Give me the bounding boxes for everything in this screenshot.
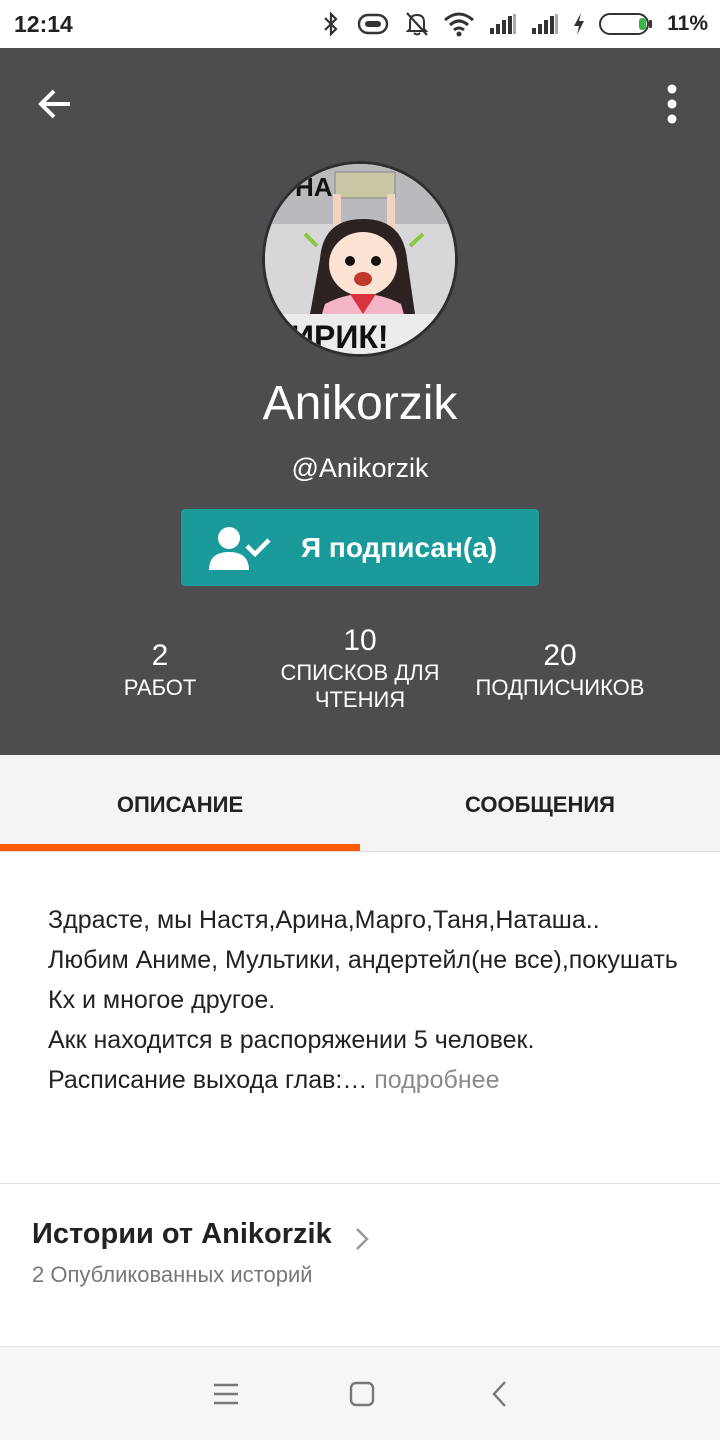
status-icons: 11% [321, 10, 708, 38]
stat-followers[interactable]: 20 ПОДПИСЧИКОВ [440, 638, 680, 701]
tab-description[interactable]: ОПИСАНИЕ [0, 755, 360, 852]
profile-name: Anikorzik [262, 377, 458, 430]
read-more-link[interactable]: подробнее [367, 1066, 499, 1094]
bluetooth-icon [324, 11, 338, 37]
mute-icon [405, 12, 429, 36]
person-check-icon [209, 527, 271, 570]
stat-followers-label: ПОДПИСЧИКОВ [475, 675, 645, 700]
stat-reading-lists-label: СПИСКОВ ДЛЯ ЧТЕНИЯ [280, 660, 440, 712]
svg-text:НА: НА [295, 172, 333, 202]
nav-back-button[interactable] [485, 1379, 515, 1409]
menu-icon [214, 1383, 238, 1405]
signal-icon [532, 14, 559, 34]
battery-percent: 11% [667, 12, 708, 35]
active-tab-indicator [0, 844, 360, 851]
stories-title[interactable]: Истории от Anikorzik [32, 1218, 332, 1251]
status-time: 12:14 [14, 11, 73, 37]
chevron-right-icon [356, 1228, 369, 1250]
navigation-bar [0, 1346, 720, 1440]
home-square-icon [349, 1381, 375, 1407]
profile-handle: @Anikorzik [291, 453, 429, 483]
back-chevron-icon [492, 1381, 506, 1407]
profile-description: Здрасте, мы Настя,Арина,Марго,Таня,Наташ… [48, 900, 688, 1100]
divider [0, 1183, 720, 1184]
stat-followers-count: 20 [543, 639, 577, 672]
stories-count: 2 Опубликованных историй [32, 1262, 313, 1287]
more-vertical-icon [667, 84, 677, 124]
profile-header: ИРИК! НА Anikorzik @Anikorzik Я подписан… [0, 48, 720, 755]
vibrate-icon [357, 13, 389, 35]
charging-icon [574, 13, 585, 35]
battery-icon [599, 13, 653, 35]
profile-tabs: ОПИСАНИЕ СООБЩЕНИЯ [0, 755, 720, 852]
avatar[interactable]: ИРИК! НА [262, 161, 458, 357]
nav-menu-button[interactable] [211, 1379, 241, 1409]
follow-button[interactable]: Я подписан(а) [181, 509, 539, 586]
back-button[interactable] [34, 84, 78, 124]
svg-text:ИРИК!: ИРИК! [291, 319, 389, 354]
tab-messages[interactable]: СООБЩЕНИЯ [360, 755, 720, 852]
status-bar: 12:14 11% [0, 0, 720, 48]
arrow-left-icon [38, 89, 70, 119]
nav-home-button[interactable] [347, 1379, 377, 1409]
description-text: Здрасте, мы Настя,Арина,Марго,Таня,Наташ… [48, 906, 678, 1094]
avatar-image: ИРИК! НА [265, 164, 455, 354]
wifi-icon [444, 12, 475, 37]
signal-icon [490, 14, 517, 34]
follow-button-label: Я подписан(а) [301, 532, 498, 563]
more-options-button[interactable] [656, 82, 688, 126]
